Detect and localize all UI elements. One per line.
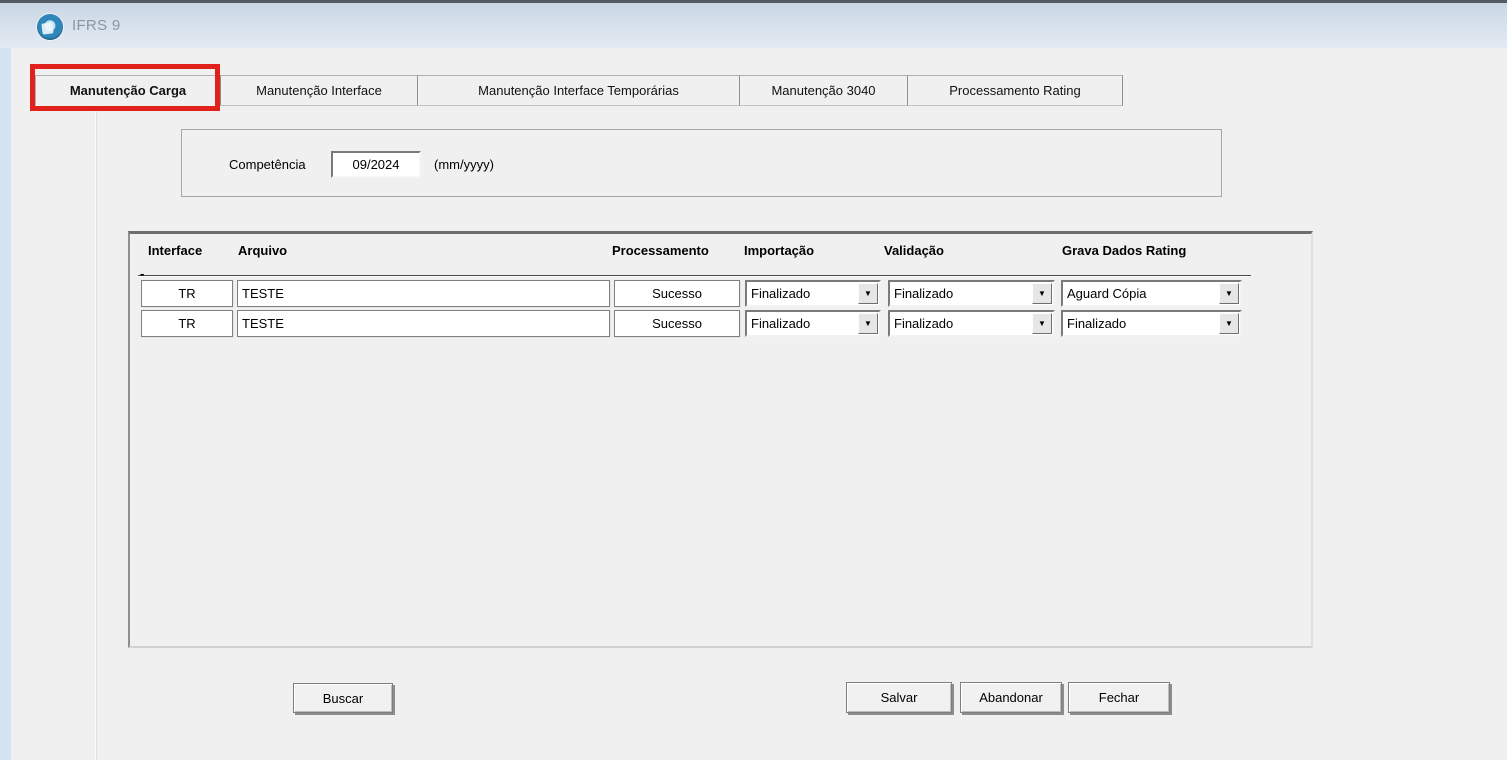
salvar-button[interactable]: Salvar bbox=[846, 682, 952, 713]
chevron-down-icon[interactable]: ▼ bbox=[858, 283, 878, 304]
cell-arquivo: TESTE bbox=[237, 280, 610, 307]
competencia-format-hint: (mm/yyyy) bbox=[434, 157, 494, 172]
tab-processamento-rating[interactable]: Processamento Rating bbox=[908, 75, 1123, 106]
tab-strip: Manutenção Carga Manutenção Interface Ma… bbox=[35, 75, 1123, 106]
tab-manutencao-interface-temporarias[interactable]: Manutenção Interface Temporárias bbox=[418, 75, 740, 106]
grava-dados-rating-dropdown[interactable]: Aguard Cópia ▼ bbox=[1061, 280, 1242, 307]
table-row: TR TESTE Sucesso Finalizado ▼ Finalizado… bbox=[130, 310, 1315, 337]
competencia-groupbox: Competência (mm/yyyy) bbox=[181, 129, 1222, 197]
chevron-down-icon[interactable]: ▼ bbox=[1032, 313, 1052, 334]
abandonar-button[interactable]: Abandonar bbox=[960, 682, 1062, 713]
validacao-dropdown-value: Finalizado bbox=[894, 286, 954, 301]
column-header-processamento: Processamento bbox=[612, 243, 709, 258]
validacao-dropdown-value: Finalizado bbox=[894, 316, 954, 331]
chevron-down-icon[interactable]: ▼ bbox=[1219, 283, 1239, 304]
column-header-validacao: Validação bbox=[884, 243, 944, 258]
grava-dados-rating-dropdown-value: Finalizado bbox=[1067, 316, 1127, 331]
buscar-button[interactable]: Buscar bbox=[293, 683, 393, 713]
tab-manutencao-interface[interactable]: Manutenção Interface bbox=[221, 75, 418, 106]
column-header-importacao: Importação bbox=[744, 243, 815, 258]
competencia-input[interactable] bbox=[331, 151, 421, 178]
app-sphere-icon bbox=[37, 14, 63, 40]
importacao-dropdown-value: Finalizado bbox=[751, 286, 811, 301]
column-header-grava-dados-rating: Grava Dados Rating bbox=[1062, 243, 1187, 258]
cell-processamento: Sucesso bbox=[614, 310, 740, 337]
header-separator-line bbox=[138, 275, 1251, 277]
validacao-dropdown[interactable]: Finalizado ▼ bbox=[888, 280, 1055, 307]
cell-interface: TR bbox=[141, 310, 233, 337]
competencia-label: Competência bbox=[229, 157, 306, 172]
window-left-border bbox=[0, 48, 11, 760]
importacao-dropdown-value: Finalizado bbox=[751, 316, 811, 331]
row-indicator: - bbox=[140, 266, 145, 281]
chevron-down-icon[interactable]: ▼ bbox=[858, 313, 878, 334]
chevron-down-icon[interactable]: ▼ bbox=[1032, 283, 1052, 304]
column-header-interface: Interface bbox=[148, 243, 203, 258]
window-title: IFRS 9 bbox=[72, 17, 121, 34]
cell-processamento: Sucesso bbox=[614, 280, 740, 307]
importacao-dropdown[interactable]: Finalizado ▼ bbox=[745, 310, 881, 337]
fechar-button[interactable]: Fechar bbox=[1068, 682, 1170, 713]
title-bar: IFRS 9 bbox=[0, 0, 1507, 48]
cell-interface: TR bbox=[141, 280, 233, 307]
ifrs9-window: IFRS 9 Manutenção Carga Manutenção Inter… bbox=[0, 0, 1507, 760]
validacao-dropdown[interactable]: Finalizado ▼ bbox=[888, 310, 1055, 337]
importacao-dropdown[interactable]: Finalizado ▼ bbox=[745, 280, 881, 307]
table-row: TR TESTE Sucesso Finalizado ▼ Finalizado… bbox=[130, 280, 1315, 307]
tab-manutencao-carga[interactable]: Manutenção Carga bbox=[35, 75, 221, 106]
column-header-arquivo: Arquivo bbox=[238, 243, 288, 258]
grava-dados-rating-dropdown-value: Aguard Cópia bbox=[1067, 286, 1147, 301]
cell-arquivo: TESTE bbox=[237, 310, 610, 337]
interface-grid-panel: Interface Arquivo Processamento Importaç… bbox=[128, 231, 1313, 648]
page-left-edge-line bbox=[95, 110, 97, 760]
tab-manutencao-3040[interactable]: Manutenção 3040 bbox=[740, 75, 908, 106]
chevron-down-icon[interactable]: ▼ bbox=[1219, 313, 1239, 334]
grava-dados-rating-dropdown[interactable]: Finalizado ▼ bbox=[1061, 310, 1242, 337]
